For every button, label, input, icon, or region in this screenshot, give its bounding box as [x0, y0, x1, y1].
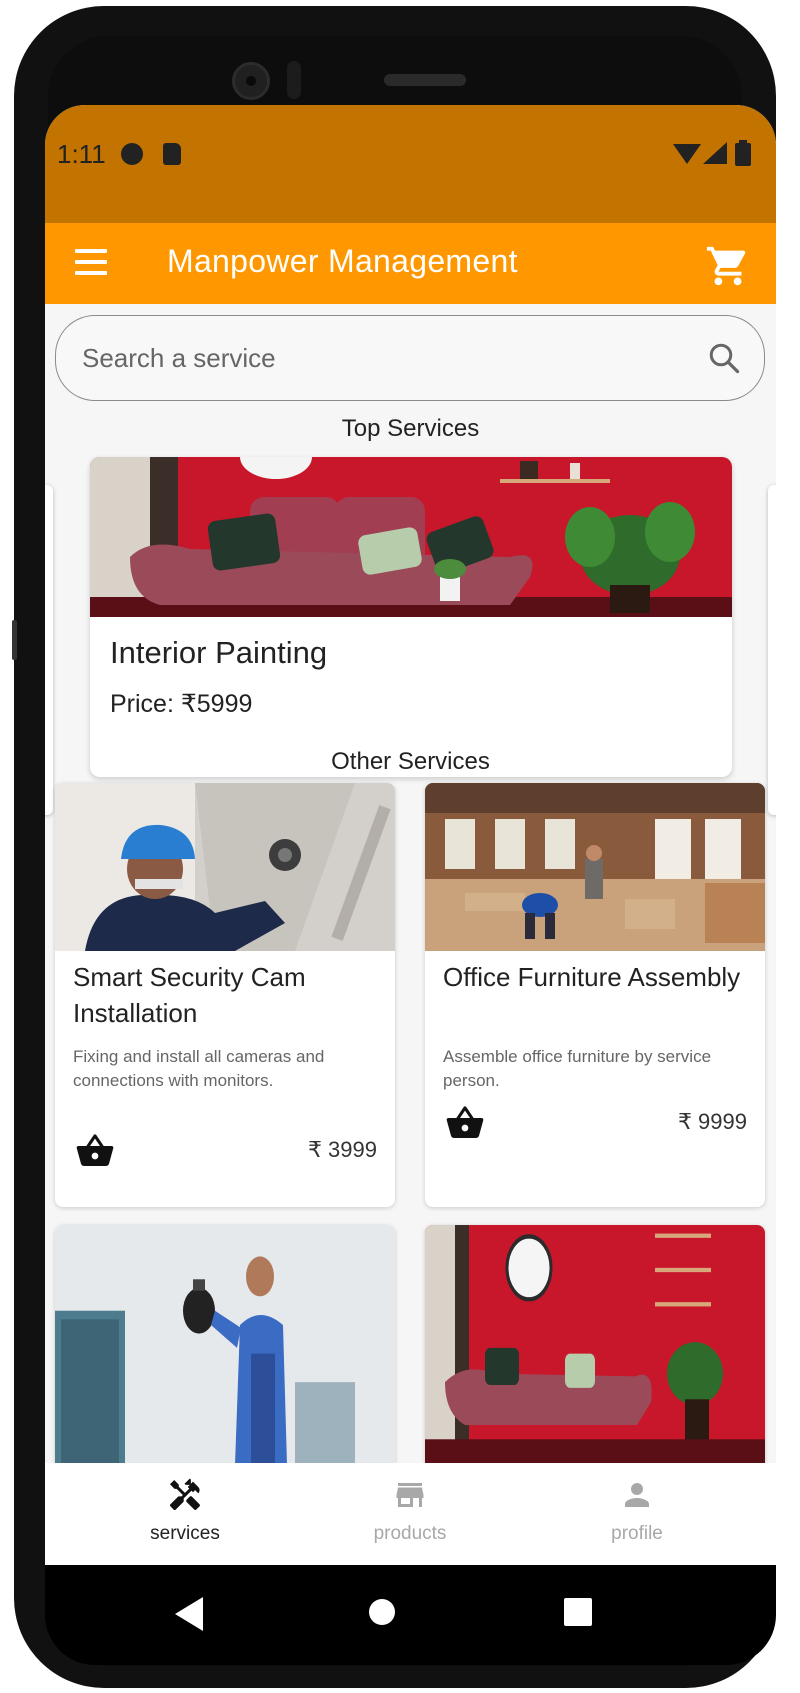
top-service-name: Interior Painting [110, 635, 328, 670]
service-description: Assemble office furniture by service per… [443, 1047, 712, 1090]
proximity-sensor [287, 61, 301, 99]
search-bar [55, 315, 765, 401]
service-price: ₹ 9999 [677, 1109, 747, 1134]
signal-icon [703, 142, 727, 164]
front-camera [232, 62, 270, 100]
service-title: Smart Security Cam Installation [73, 962, 306, 1028]
other-services-heading: Other Services [331, 748, 490, 775]
app-title: Manpower Management [167, 243, 518, 279]
interior-room-image [425, 1225, 765, 1465]
status-time: 1:11 [57, 139, 106, 169]
sim-card-icon [163, 143, 181, 165]
nav-products-label: products [373, 1523, 447, 1544]
recents-icon[interactable] [563, 1597, 593, 1627]
search-input[interactable] [82, 340, 642, 376]
back-icon[interactable] [175, 1597, 205, 1631]
status-bar: 1:11 [45, 105, 776, 223]
system-navigation-bar [45, 1565, 776, 1665]
nav-profile-label: profile [611, 1523, 663, 1544]
nav-products[interactable]: products [310, 1463, 510, 1565]
nav-profile[interactable]: profile [537, 1463, 737, 1565]
notification-icon [121, 143, 143, 165]
service-card[interactable] [425, 1225, 765, 1485]
wifi-icon [673, 144, 701, 164]
service-price: ₹ 3999 [307, 1137, 377, 1162]
menu-icon[interactable] [75, 249, 107, 275]
service-card[interactable] [55, 1225, 395, 1485]
cart-icon[interactable] [705, 243, 751, 289]
search-icon[interactable] [706, 340, 742, 376]
service-card[interactable]: Office Furniture Assembly Assemble offic… [425, 783, 765, 1207]
store-icon [396, 1483, 424, 1507]
service-card[interactable]: Smart Security Cam Installation Fixing a… [55, 783, 395, 1207]
light-fixture-image [55, 1225, 395, 1465]
bottom-navigation: services products profile [45, 1463, 776, 1565]
app-bar: Manpower Management [45, 223, 776, 304]
security-cam-image [55, 783, 395, 951]
app-screen: 1:11 Manpower Management Top Services [45, 105, 776, 1565]
power-button [12, 620, 17, 660]
top-service-price: Price: ₹5999 [110, 690, 253, 718]
basket-icon[interactable] [443, 1103, 487, 1143]
earpiece-speaker [384, 74, 466, 86]
top-service-card[interactable]: Interior Painting Price: ₹5999 [90, 457, 732, 777]
interior-painting-image [90, 457, 732, 617]
office-furniture-image [425, 783, 765, 951]
nav-services-label: services [150, 1523, 220, 1544]
service-title: Office Furniture Assembly [443, 962, 741, 992]
top-services-heading: Top Services [341, 415, 480, 442]
tools-icon [170, 1478, 200, 1511]
basket-icon[interactable] [73, 1131, 117, 1171]
person-icon [625, 1483, 649, 1507]
home-icon[interactable] [367, 1597, 397, 1627]
service-description: Fixing and install all cameras and conne… [73, 1047, 325, 1090]
battery-icon [735, 140, 751, 166]
nav-services[interactable]: services [85, 1463, 285, 1565]
